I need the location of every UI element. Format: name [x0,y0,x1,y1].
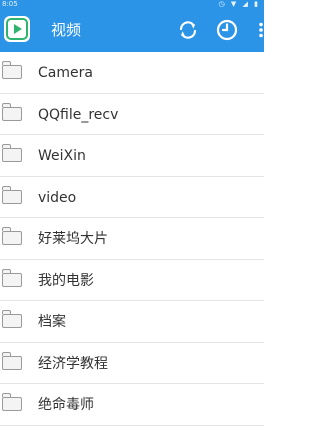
folder-name: 档案 [38,314,66,330]
history-button[interactable] [215,18,239,42]
list-item[interactable]: video [0,177,264,218]
folder-name: 好莱坞大片 [38,231,108,247]
app-logo[interactable] [4,16,30,42]
folder-icon [1,351,22,370]
refresh-icon [179,21,197,39]
status-time: 8:05 [2,0,18,8]
folder-name: Camera [38,65,93,81]
list-item[interactable]: WeiXin [0,135,264,177]
list-item[interactable]: 绝命毒师 [0,384,264,426]
folder-name: QQfile_recv [38,106,119,123]
folder-name: WeiXin [38,148,86,164]
folder-name: video [38,189,77,206]
app-bar: 视频 [0,8,264,52]
status-bar: 8:05 ◷ ▼ ◢ ▮ [0,0,264,8]
list-item[interactable]: QQfile_recv [0,94,264,135]
list-item[interactable]: 好莱坞大片 [0,218,264,260]
folder-list: Camera QQfile_recv WeiXin video 好莱坞大片 我的… [0,52,264,426]
more-button[interactable] [251,18,264,42]
folder-icon [1,185,22,204]
wifi-icon: ▼ [230,0,239,8]
folder-icon [1,144,22,162]
folder-icon [1,61,22,79]
list-item[interactable]: Camera [0,52,264,94]
folder-name: 我的电影 [38,272,94,289]
signal-icon: ◢ [242,0,250,8]
list-item[interactable]: 经济学教程 [0,343,264,384]
folder-icon [1,393,22,411]
list-item[interactable]: 我的电影 [0,260,264,301]
folder-icon [1,268,22,287]
list-item[interactable]: 档案 [0,301,264,343]
folder-icon [1,227,22,245]
play-logo-icon [6,18,28,40]
more-vertical-icon [259,22,263,38]
clock-icon [216,19,238,41]
folder-name: 经济学教程 [38,355,108,372]
battery-icon: ▮ [254,0,260,8]
folder-icon [1,310,22,328]
refresh-button[interactable] [176,18,200,42]
page-title: 视频 [51,21,82,39]
folder-icon [1,102,22,121]
folder-name: 绝命毒师 [38,397,94,413]
status-icons: ◷ ▼ ◢ ▮ [219,0,260,8]
alarm-icon: ◷ [218,0,227,8]
